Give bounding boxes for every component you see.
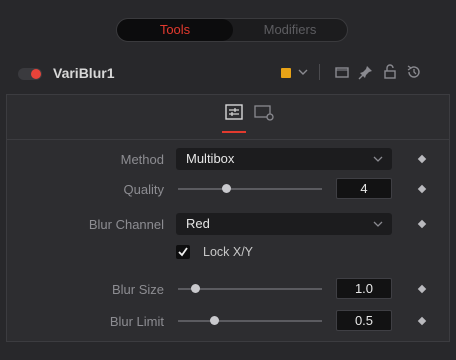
lock-icon[interactable] bbox=[380, 62, 400, 82]
blur-limit-slider[interactable] bbox=[178, 320, 322, 322]
blur-size-slider-thumb[interactable] bbox=[191, 284, 200, 293]
pin-icon[interactable] bbox=[356, 62, 376, 82]
blur-size-label: Blur Size bbox=[111, 282, 164, 297]
blur-size-input[interactable]: 1.0 bbox=[336, 278, 392, 299]
header-divider bbox=[319, 64, 320, 80]
method-dropdown[interactable]: Multibox bbox=[176, 148, 392, 170]
tab-tools[interactable]: Tools bbox=[117, 19, 233, 41]
reset-icon[interactable] bbox=[404, 62, 424, 82]
controls-sliders-icon[interactable] bbox=[222, 100, 246, 124]
blur-limit-slider-thumb[interactable] bbox=[210, 316, 219, 325]
blur-channel-label: Blur Channel bbox=[88, 217, 164, 232]
chevron-down-icon bbox=[373, 156, 383, 162]
chevron-down-icon[interactable] bbox=[297, 62, 309, 82]
view-icon[interactable] bbox=[332, 62, 352, 82]
lock-xy-label: Lock X/Y bbox=[203, 245, 254, 259]
chevron-down-icon bbox=[373, 221, 383, 227]
lock-xy-checkbox[interactable] bbox=[176, 245, 190, 259]
method-value: Multibox bbox=[186, 151, 235, 166]
inspector-tab-bar: Tools Modifiers bbox=[116, 18, 348, 42]
color-swatch-icon[interactable] bbox=[281, 68, 291, 78]
active-subtab-indicator bbox=[222, 131, 246, 133]
blur-channel-dropdown[interactable]: Red bbox=[176, 213, 392, 235]
method-label: Method bbox=[120, 152, 164, 167]
quality-slider[interactable] bbox=[178, 188, 322, 190]
quality-slider-thumb[interactable] bbox=[222, 184, 231, 193]
blur-limit-label: Blur Limit bbox=[109, 314, 164, 329]
settings-panel-icon[interactable] bbox=[252, 100, 276, 124]
tab-modifiers[interactable]: Modifiers bbox=[233, 19, 347, 41]
node-toggle-icon[interactable] bbox=[18, 68, 42, 80]
checkmark-icon bbox=[178, 247, 188, 257]
blur-limit-input[interactable]: 0.5 bbox=[336, 310, 392, 331]
quality-label: Quality bbox=[123, 182, 164, 197]
node-name: VariBlur1 bbox=[53, 65, 115, 81]
blur-channel-value: Red bbox=[186, 216, 210, 231]
quality-input[interactable]: 4 bbox=[336, 178, 392, 199]
